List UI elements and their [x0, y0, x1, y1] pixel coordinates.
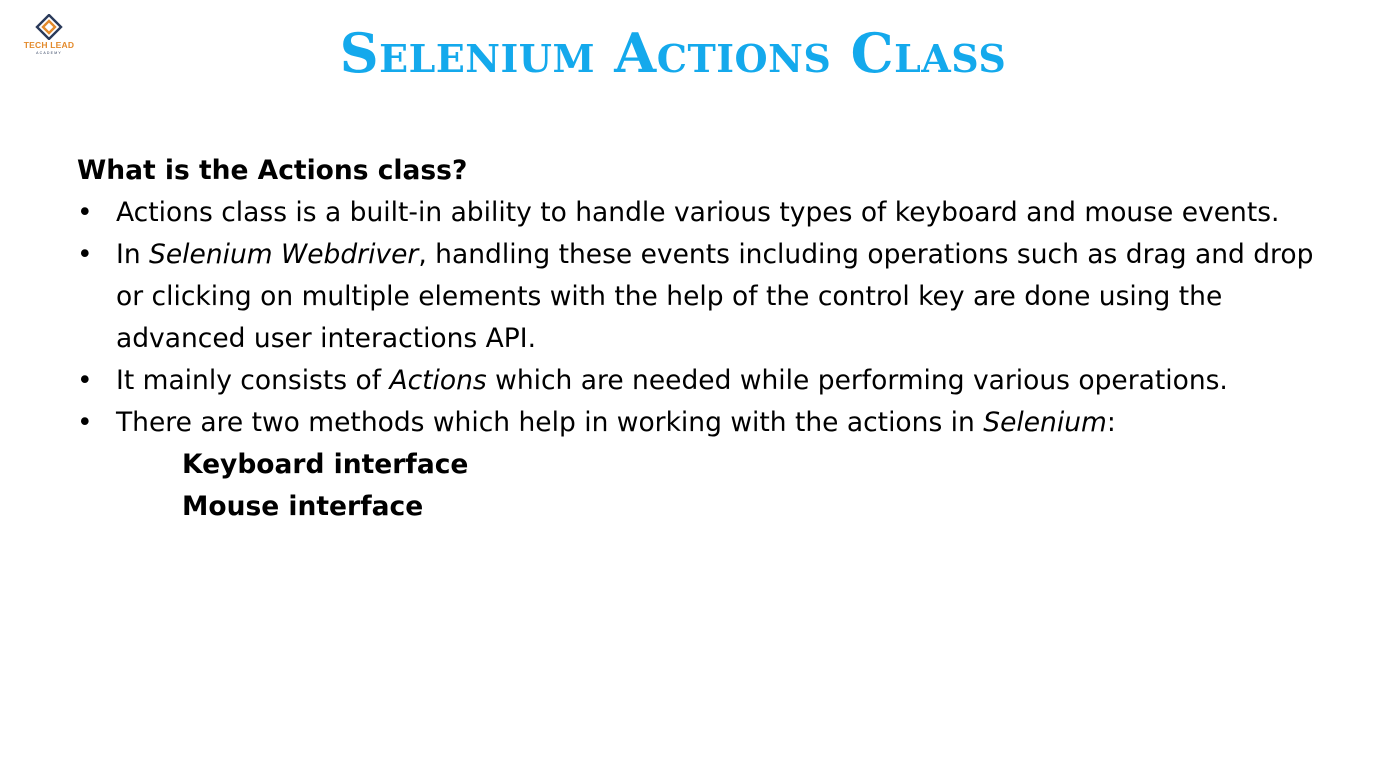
bullet-list: • Actions class is a built-in ability to…: [77, 192, 1337, 444]
interface-item-keyboard: Keyboard interface: [182, 449, 469, 480]
question-heading: What is the Actions class?: [77, 155, 468, 186]
bullet-dot: •: [77, 239, 93, 270]
bullet-item: • There are two methods which help in wo…: [77, 402, 1337, 444]
bullet-dot: •: [77, 365, 93, 396]
interface-item-mouse: Mouse interface: [182, 491, 424, 522]
bullet-dot: •: [77, 407, 93, 438]
bullet-text: It mainly consists of: [116, 365, 390, 396]
bullet-dot: •: [77, 197, 93, 228]
interface-list: Keyboard interface Mouse interface: [77, 444, 1337, 528]
bullet-text: In: [116, 239, 150, 270]
bullet-emphasis: Actions: [389, 365, 487, 396]
slide-title: Selenium Actions Class: [339, 21, 1007, 85]
bullet-item: • In Selenium Webdriver, handling these …: [77, 234, 1337, 360]
slide-content: What is the Actions class? • Actions cla…: [77, 150, 1337, 528]
bullet-text: There are two methods which help in work…: [116, 407, 984, 438]
bullet-text: which are needed while performing variou…: [486, 365, 1228, 396]
bullet-text: :: [1106, 407, 1116, 438]
bullet-item: • Actions class is a built-in ability to…: [77, 192, 1337, 234]
bullet-emphasis: Selenium Webdriver: [149, 239, 419, 270]
bullet-emphasis: Selenium: [983, 407, 1107, 438]
bullet-item: • It mainly consists of Actions which ar…: [77, 360, 1337, 402]
bullet-text: Actions class is a built-in ability to h…: [116, 197, 1280, 228]
